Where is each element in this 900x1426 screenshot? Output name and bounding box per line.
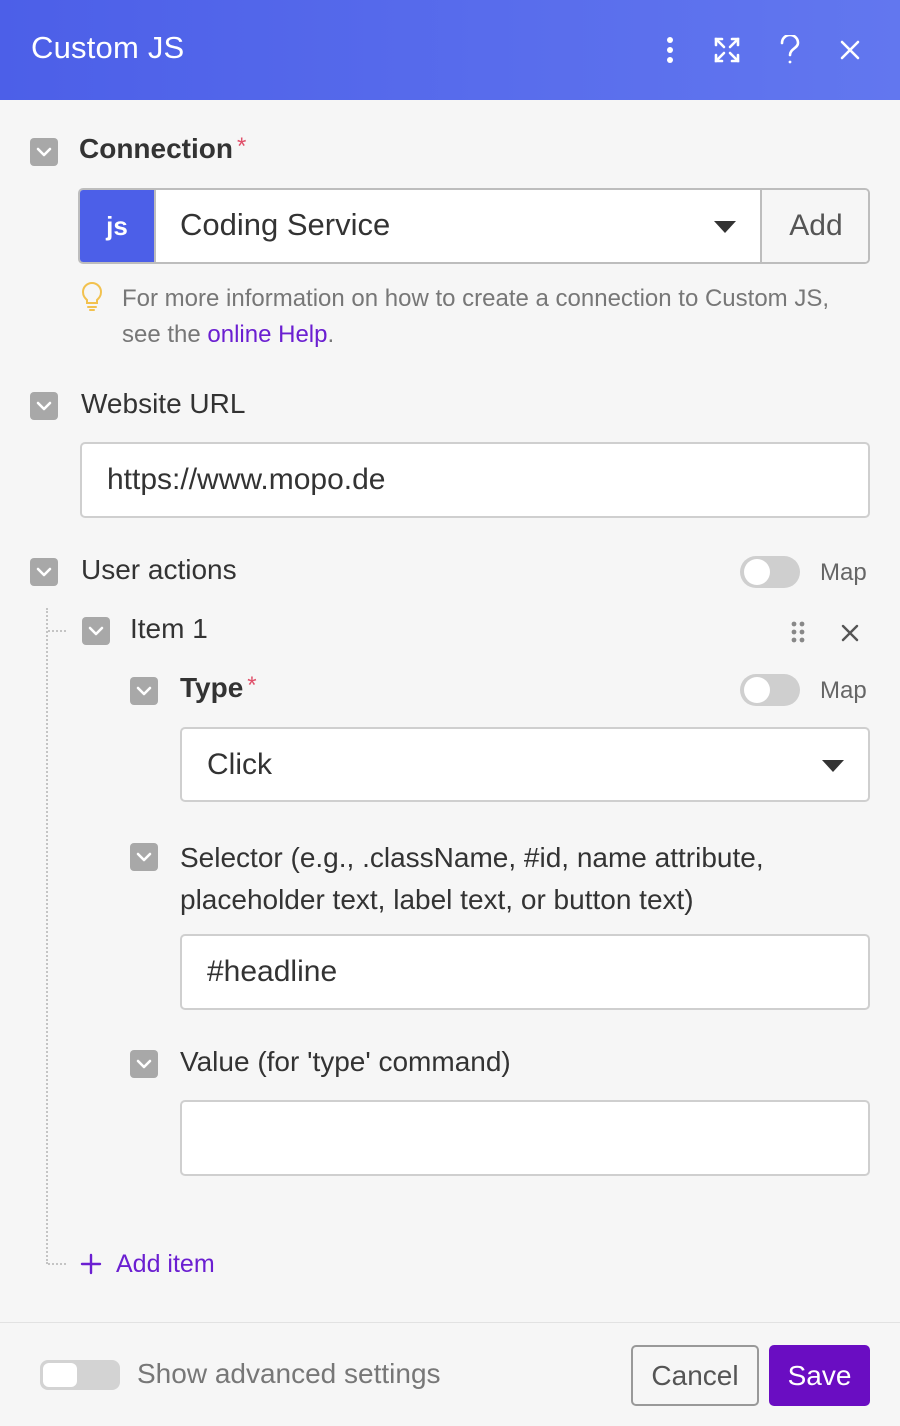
chevron-down-icon	[136, 852, 152, 862]
website-url-collapse-checkbox[interactable]	[30, 392, 58, 420]
website-url-label: Website URL	[81, 388, 246, 419]
add-item-button[interactable]: Add item	[80, 1248, 215, 1280]
add-connection-button[interactable]: Add	[760, 190, 868, 262]
connection-selected-value: Coding Service	[180, 207, 391, 242]
expand-icon[interactable]	[707, 30, 747, 70]
user-actions-map-toggle[interactable]	[740, 556, 800, 588]
chevron-down-icon	[136, 1059, 152, 1069]
plus-icon	[80, 1253, 102, 1275]
modal-header: Custom JS	[0, 0, 900, 100]
caret-down-icon	[714, 221, 736, 233]
required-mark: *	[237, 133, 247, 160]
lightbulb-icon	[81, 282, 103, 311]
selector-collapse-checkbox[interactable]	[130, 843, 158, 871]
save-button[interactable]: Save	[769, 1345, 870, 1406]
chevron-down-icon	[36, 147, 52, 157]
value-collapse-checkbox[interactable]	[130, 1050, 158, 1078]
connection-collapse-checkbox[interactable]	[30, 138, 58, 166]
connection-select-group: js Coding Service Add	[78, 188, 870, 264]
connection-help-text: For more information on how to create a …	[122, 285, 830, 348]
type-label: Type *	[180, 672, 257, 703]
item-label: Item 1	[130, 613, 208, 644]
user-actions-map-label: Map	[820, 559, 867, 586]
close-icon[interactable]	[830, 30, 870, 70]
help-icon[interactable]	[770, 30, 810, 70]
user-actions-collapse-checkbox[interactable]	[30, 558, 58, 586]
type-map-toggle[interactable]	[740, 674, 800, 706]
online-help-link[interactable]: online Help	[207, 321, 327, 348]
connection-label: Connection *	[79, 133, 247, 164]
website-url-input[interactable]: https://www.mopo.de	[80, 442, 870, 518]
value-label: Value (for 'type' command)	[180, 1046, 511, 1077]
selector-label: Selector (e.g., .className, #id, name at…	[180, 842, 764, 915]
connection-select[interactable]: Coding Service	[154, 190, 760, 262]
close-icon[interactable]	[841, 624, 859, 642]
chevron-down-icon	[136, 686, 152, 696]
chevron-down-icon	[36, 567, 52, 577]
drag-handle-icon[interactable]	[790, 620, 806, 644]
tree-line	[46, 608, 48, 1264]
type-selected-value: Click	[207, 747, 272, 781]
type-collapse-checkbox[interactable]	[130, 677, 158, 705]
user-actions-label: User actions	[81, 554, 237, 585]
website-url-value: https://www.mopo.de	[107, 463, 386, 496]
chevron-down-icon	[36, 401, 52, 411]
selector-value: #headline	[207, 955, 338, 988]
value-input[interactable]	[180, 1100, 870, 1176]
advanced-settings-toggle[interactable]	[40, 1360, 120, 1390]
tree-branch	[48, 630, 66, 632]
footer-divider	[0, 1322, 900, 1323]
more-vertical-icon[interactable]	[650, 30, 690, 70]
selector-input[interactable]: #headline	[180, 934, 870, 1010]
modal-title: Custom JS	[31, 30, 185, 65]
advanced-settings-label: Show advanced settings	[137, 1358, 441, 1389]
required-mark: *	[247, 672, 257, 699]
caret-down-icon	[822, 760, 844, 772]
chevron-down-icon	[88, 626, 104, 636]
cancel-button[interactable]: Cancel	[631, 1345, 759, 1406]
type-map-label: Map	[820, 677, 867, 704]
connection-badge: js	[80, 190, 154, 262]
tree-branch	[48, 1263, 66, 1265]
type-select[interactable]: Click	[180, 727, 870, 802]
item-collapse-checkbox[interactable]	[82, 617, 110, 645]
